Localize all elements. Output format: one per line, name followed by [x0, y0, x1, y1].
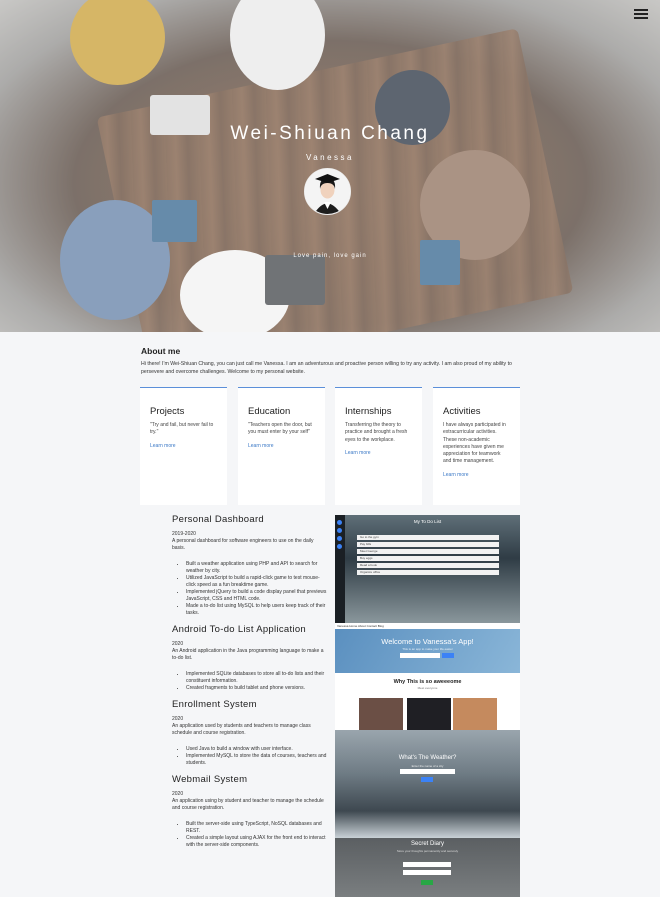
card-title: Activities: [443, 406, 481, 417]
list-item: Built a weather application using PHP an…: [186, 561, 327, 575]
todo-title: My To Do List: [413, 519, 442, 524]
project-title: Android To-do List Application: [172, 624, 306, 635]
screenshot-welcome-app: Vanessa Home About Contact Blog Welcome …: [335, 623, 520, 673]
weather-sub: Enter the name of a city: [411, 764, 444, 768]
card-text: "Teachers open the door, but you must en…: [248, 422, 312, 436]
menu-icon[interactable]: [634, 7, 648, 19]
hero-quote: Love pain, love gain: [293, 253, 367, 259]
hero-name: Wei-Shiuan Chang: [230, 123, 430, 144]
list-item: Created a simple layout using AJAX for t…: [186, 835, 327, 849]
learn-more-link[interactable]: Learn more: [443, 472, 510, 478]
card-title: Internships: [345, 406, 392, 417]
project-desc: An application using by student and teac…: [172, 798, 324, 811]
city-field: [400, 769, 455, 774]
list-item: Implemented SQLite databases to store al…: [186, 671, 327, 685]
card-education: Education "Teachers open the door, but y…: [238, 387, 325, 505]
email-field: [400, 653, 440, 658]
avatar: [304, 168, 351, 215]
screenshot-secret-diary: Secret Diary Store your thoughts permane…: [335, 838, 520, 897]
awesome-sub: Meet everyone: [417, 686, 438, 690]
card-title: Projects: [150, 406, 185, 417]
list-item: Created fragments to build tablet and ph…: [186, 685, 327, 692]
project-desc: An application used by students and teac…: [172, 723, 311, 736]
diary-email-field: [403, 862, 451, 867]
learn-more-link[interactable]: Learn more: [345, 450, 412, 456]
todo-item: Buy eggs: [357, 556, 499, 561]
hero-banner: Wei-Shiuan Chang Vanessa Love pain, love…: [0, 0, 660, 332]
diary-sub: Store your thoughts permanently and secu…: [396, 849, 459, 853]
list-item: Made a to-do list using MySQL to help us…: [186, 603, 327, 617]
hero-overlay: [0, 0, 660, 332]
about-section: About me Hi there! I'm Wei-Shiuan Chang,…: [141, 346, 521, 376]
list-item: Utilized JavaScript to build a rapid-cli…: [186, 575, 327, 589]
screenshot-todo-dashboard: My To Do List Go to the gym Pay bills Me…: [335, 515, 520, 623]
avatar-portrait-icon: [305, 169, 350, 214]
sidebar-dot-icon: [337, 544, 342, 549]
project-personal-dashboard: Personal Dashboard 2019-2020 A personal …: [172, 514, 327, 617]
weather-title: What's The Weather?: [398, 755, 457, 761]
list-item: Implemented jQuery to build a code displ…: [186, 589, 327, 603]
sidebar-dot-icon: [337, 528, 342, 533]
diary-title: Secret Diary: [410, 841, 444, 847]
todo-item: Meet George: [357, 549, 499, 554]
project-title: Personal Dashboard: [172, 514, 265, 525]
todo-item: Organize office: [357, 570, 499, 575]
diary-password-field: [403, 870, 451, 875]
card-internships: Internships Transferring the theory to p…: [335, 387, 422, 505]
project-bullets: Implemented SQLite databases to store al…: [172, 671, 327, 692]
sidebar-dot-icon: [337, 536, 342, 541]
team-photo: [407, 698, 451, 730]
signup-button: [442, 653, 454, 658]
weather-submit-button: [421, 777, 433, 782]
project-year: 2020: [172, 641, 184, 647]
project-bullets: Built a weather application using PHP an…: [172, 561, 327, 617]
project-enrollment-system: Enrollment System 2020 An application us…: [172, 699, 327, 767]
card-text: "Try and fail, but never fail to try.": [150, 422, 214, 436]
project-year: 2020: [172, 791, 184, 797]
learn-more-link[interactable]: Learn more: [248, 443, 315, 449]
project-title: Webmail System: [172, 774, 248, 785]
project-screenshots: My To Do List Go to the gym Pay bills Me…: [335, 515, 520, 897]
list-item: Built the server-side using TypeScript, …: [186, 821, 327, 835]
list-item: Used Java to build a window with user in…: [186, 746, 327, 753]
project-year: 2019-2020: [172, 531, 196, 537]
project-title: Enrollment System: [172, 699, 257, 710]
project-desc: A personal dashboard for software engine…: [172, 538, 314, 551]
team-photo: [453, 698, 497, 730]
card-title: Education: [248, 406, 291, 417]
project-android-todo: Android To-do List Application 2020 An A…: [172, 624, 327, 692]
card-activities: Activities I have always participated in…: [433, 387, 520, 505]
diary-signup-button: [421, 880, 433, 885]
project-bullets: Built the server-side using TypeScript, …: [172, 821, 327, 849]
about-text: Hi there! I'm Wei-Shiuan Chang, you can …: [141, 361, 512, 375]
feature-cards: Projects "Try and fail, but never fail t…: [140, 387, 520, 505]
project-bullets: Used Java to build a window with user in…: [172, 746, 327, 767]
project-year: 2020: [172, 716, 184, 722]
project-desc: An Android application in the Java progr…: [172, 648, 324, 661]
awesome-title: Why This is so aweeeome: [393, 679, 462, 685]
screenshot-awesome: Why This is so aweeeome Meet everyone: [335, 673, 520, 730]
todo-item: Go to the gym: [357, 535, 499, 540]
card-projects: Projects "Try and fail, but never fail t…: [140, 387, 227, 505]
team-photo: [359, 698, 403, 730]
todo-item: Pay bills: [357, 542, 499, 547]
learn-more-link[interactable]: Learn more: [150, 443, 217, 449]
todo-item: Read a book: [357, 563, 499, 568]
app-navbar: Vanessa Home About Contact Blog: [335, 623, 520, 629]
list-item: Implemented MySQL to store the data of c…: [186, 753, 327, 767]
about-title: About me: [141, 346, 181, 356]
hero-nickname: Vanessa: [305, 153, 355, 162]
card-text: Transferring the theory to practice and …: [345, 422, 408, 443]
welcome-sub: This is an app to make your life easier: [402, 647, 453, 651]
projects-list: Personal Dashboard 2019-2020 A personal …: [172, 514, 327, 856]
project-webmail-system: Webmail System 2020 An application using…: [172, 774, 327, 849]
screenshot-weather: What's The Weather? Enter the name of a …: [335, 730, 520, 838]
welcome-title: Welcome to Vanessa's App!: [381, 637, 474, 646]
card-text: I have always participated in extracurri…: [443, 422, 506, 465]
